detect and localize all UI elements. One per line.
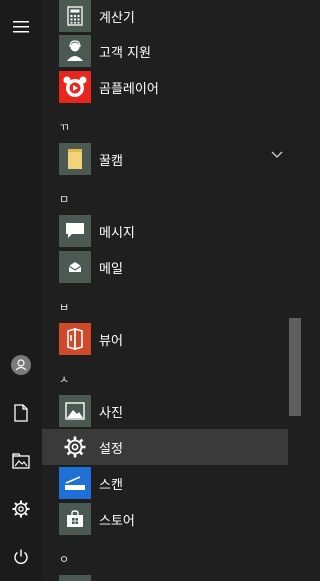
reader-icon: [67, 328, 83, 350]
document-icon: [14, 404, 28, 422]
pictures-button[interactable]: [0, 440, 42, 482]
messaging-tile: [59, 215, 91, 247]
photo-icon: [65, 402, 85, 420]
viewer-tile: [59, 323, 91, 355]
support-person-icon: [67, 40, 83, 61]
app-label: 메시지: [99, 226, 135, 241]
app-label: 곰플레이어: [99, 82, 159, 97]
chat-bubble-icon: [66, 223, 84, 238]
app-item-calculator[interactable]: 계산기: [42, 0, 288, 34]
app-label: 스토어: [99, 514, 135, 529]
store-tile: [59, 503, 91, 535]
app-item-photos[interactable]: 사진: [42, 393, 288, 429]
app-label: 사진: [99, 406, 123, 421]
gear-icon: [64, 436, 86, 458]
documents-button[interactable]: [0, 392, 42, 434]
settings-rail-button[interactable]: [0, 488, 42, 530]
app-label: 꿀캠: [99, 154, 123, 169]
app-label: 메일: [99, 262, 123, 277]
pictures-folder-icon: [12, 453, 30, 469]
app-label: 스캔: [99, 478, 123, 493]
app-item-settings[interactable]: 설정: [42, 429, 288, 465]
power-icon: [14, 549, 28, 564]
app-item-gomplayer[interactable]: 곰플레이어: [42, 69, 288, 105]
scan-tile: [59, 467, 91, 499]
app-item-support[interactable]: 고객 지원: [42, 33, 288, 69]
group-header-b[interactable]: ㅂ: [59, 299, 69, 315]
app-label: 설정: [99, 442, 123, 457]
photos-tile: [59, 395, 91, 427]
kkulcam-tile: [59, 143, 91, 175]
user-account-button[interactable]: [0, 344, 42, 386]
gomplayer-bear-icon: [63, 76, 87, 97]
settings-tile: [59, 431, 91, 463]
calculator-tile: [59, 0, 91, 32]
group-header-kk[interactable]: ㄲ: [59, 119, 69, 135]
scrollbar-thumb[interactable]: [289, 318, 301, 416]
scrollbar-track[interactable]: [288, 0, 305, 581]
folder-icon: [68, 149, 82, 169]
app-item-store[interactable]: 스토어: [42, 501, 288, 537]
group-header-s[interactable]: ㅅ: [59, 371, 69, 387]
app-list[interactable]: 계산기 고객 지원 곰플레이어 ㄲ 꿀캠 ㅁ 메시지 메일 ㅂ 뷰어 ㅅ 사진 …: [42, 0, 288, 581]
group-header-o[interactable]: ㅇ: [59, 551, 69, 567]
calculator-icon: [67, 6, 83, 26]
store-bag-icon: [67, 510, 83, 527]
scanner-icon: [65, 476, 85, 490]
mail-tile: [59, 251, 91, 283]
support-tile: [59, 35, 91, 67]
app-label: 계산기: [99, 11, 135, 26]
app-item-viewer[interactable]: 뷰어: [42, 321, 288, 357]
mail-envelope-icon: [68, 262, 82, 272]
power-button[interactable]: [0, 536, 42, 578]
group-header-m[interactable]: ㅁ: [59, 191, 69, 207]
gear-icon: [12, 500, 30, 518]
gomplayer-tile: [59, 71, 91, 103]
hamburger-menu-icon: [13, 21, 29, 33]
app-item-messaging[interactable]: 메시지: [42, 213, 288, 249]
app-item-scan[interactable]: 스캔: [42, 465, 288, 501]
app-item-mail[interactable]: 메일: [42, 249, 288, 285]
menu-button[interactable]: [0, 6, 42, 48]
start-left-rail: [0, 0, 42, 581]
app-label: 뷰어: [99, 334, 123, 349]
app-item-kkulcam[interactable]: 꿀캠: [42, 141, 288, 177]
app-label: 고객 지원: [99, 46, 151, 61]
partial-tile: [59, 575, 91, 581]
chevron-down-icon[interactable]: [271, 151, 283, 159]
app-item-partial[interactable]: [42, 573, 288, 581]
user-avatar-icon: [11, 355, 31, 375]
